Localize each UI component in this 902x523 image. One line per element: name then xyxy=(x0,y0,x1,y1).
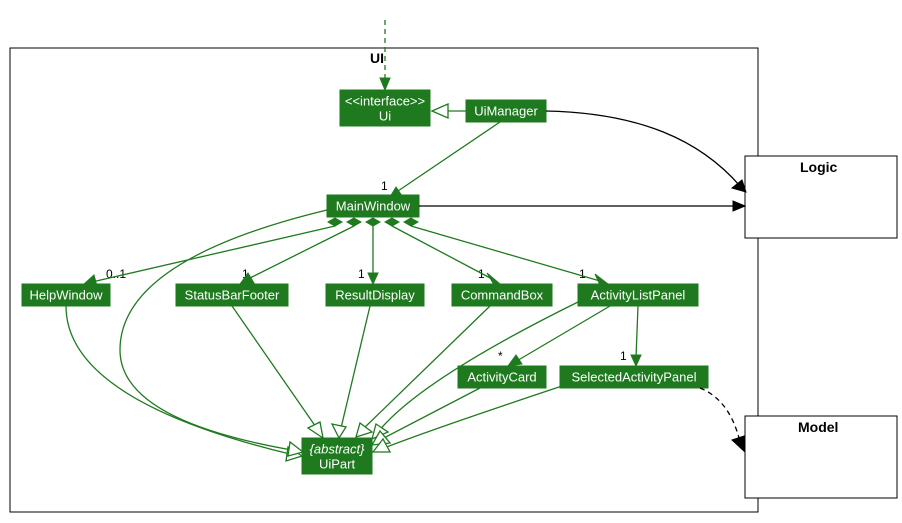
class-ui-part-stereo: {abstract} xyxy=(310,441,366,456)
package-model-label: Model xyxy=(798,419,838,435)
package-ui-label: UI xyxy=(370,50,384,66)
class-ui-interface-name: Ui xyxy=(379,108,391,123)
class-ui-part-name: UiPart xyxy=(319,456,356,471)
mult-result: 1 xyxy=(358,267,365,281)
mult-card: * xyxy=(498,349,503,363)
class-command-box-name: CommandBox xyxy=(461,287,544,302)
class-ui-manager-name: UiManager xyxy=(474,103,538,118)
mult-main-window: 1 xyxy=(381,179,388,193)
class-help-window-name: HelpWindow xyxy=(30,287,104,302)
class-main-window-name: MainWindow xyxy=(336,198,411,213)
mult-help: 0..1 xyxy=(106,267,126,281)
class-selected-activity-panel-name: SelectedActivityPanel xyxy=(571,369,696,384)
mult-list-panel: 1 xyxy=(579,267,586,281)
class-activity-card-name: ActivityCard xyxy=(467,369,536,384)
class-ui-interface-stereo: <<interface>> xyxy=(345,93,425,108)
class-status-bar-footer-name: StatusBarFooter xyxy=(185,287,280,302)
mult-sel-panel: 1 xyxy=(620,349,627,363)
class-result-display-name: ResultDisplay xyxy=(335,287,415,302)
package-logic-label: Logic xyxy=(800,159,838,175)
class-activity-list-panel-name: ActivityListPanel xyxy=(591,287,686,302)
